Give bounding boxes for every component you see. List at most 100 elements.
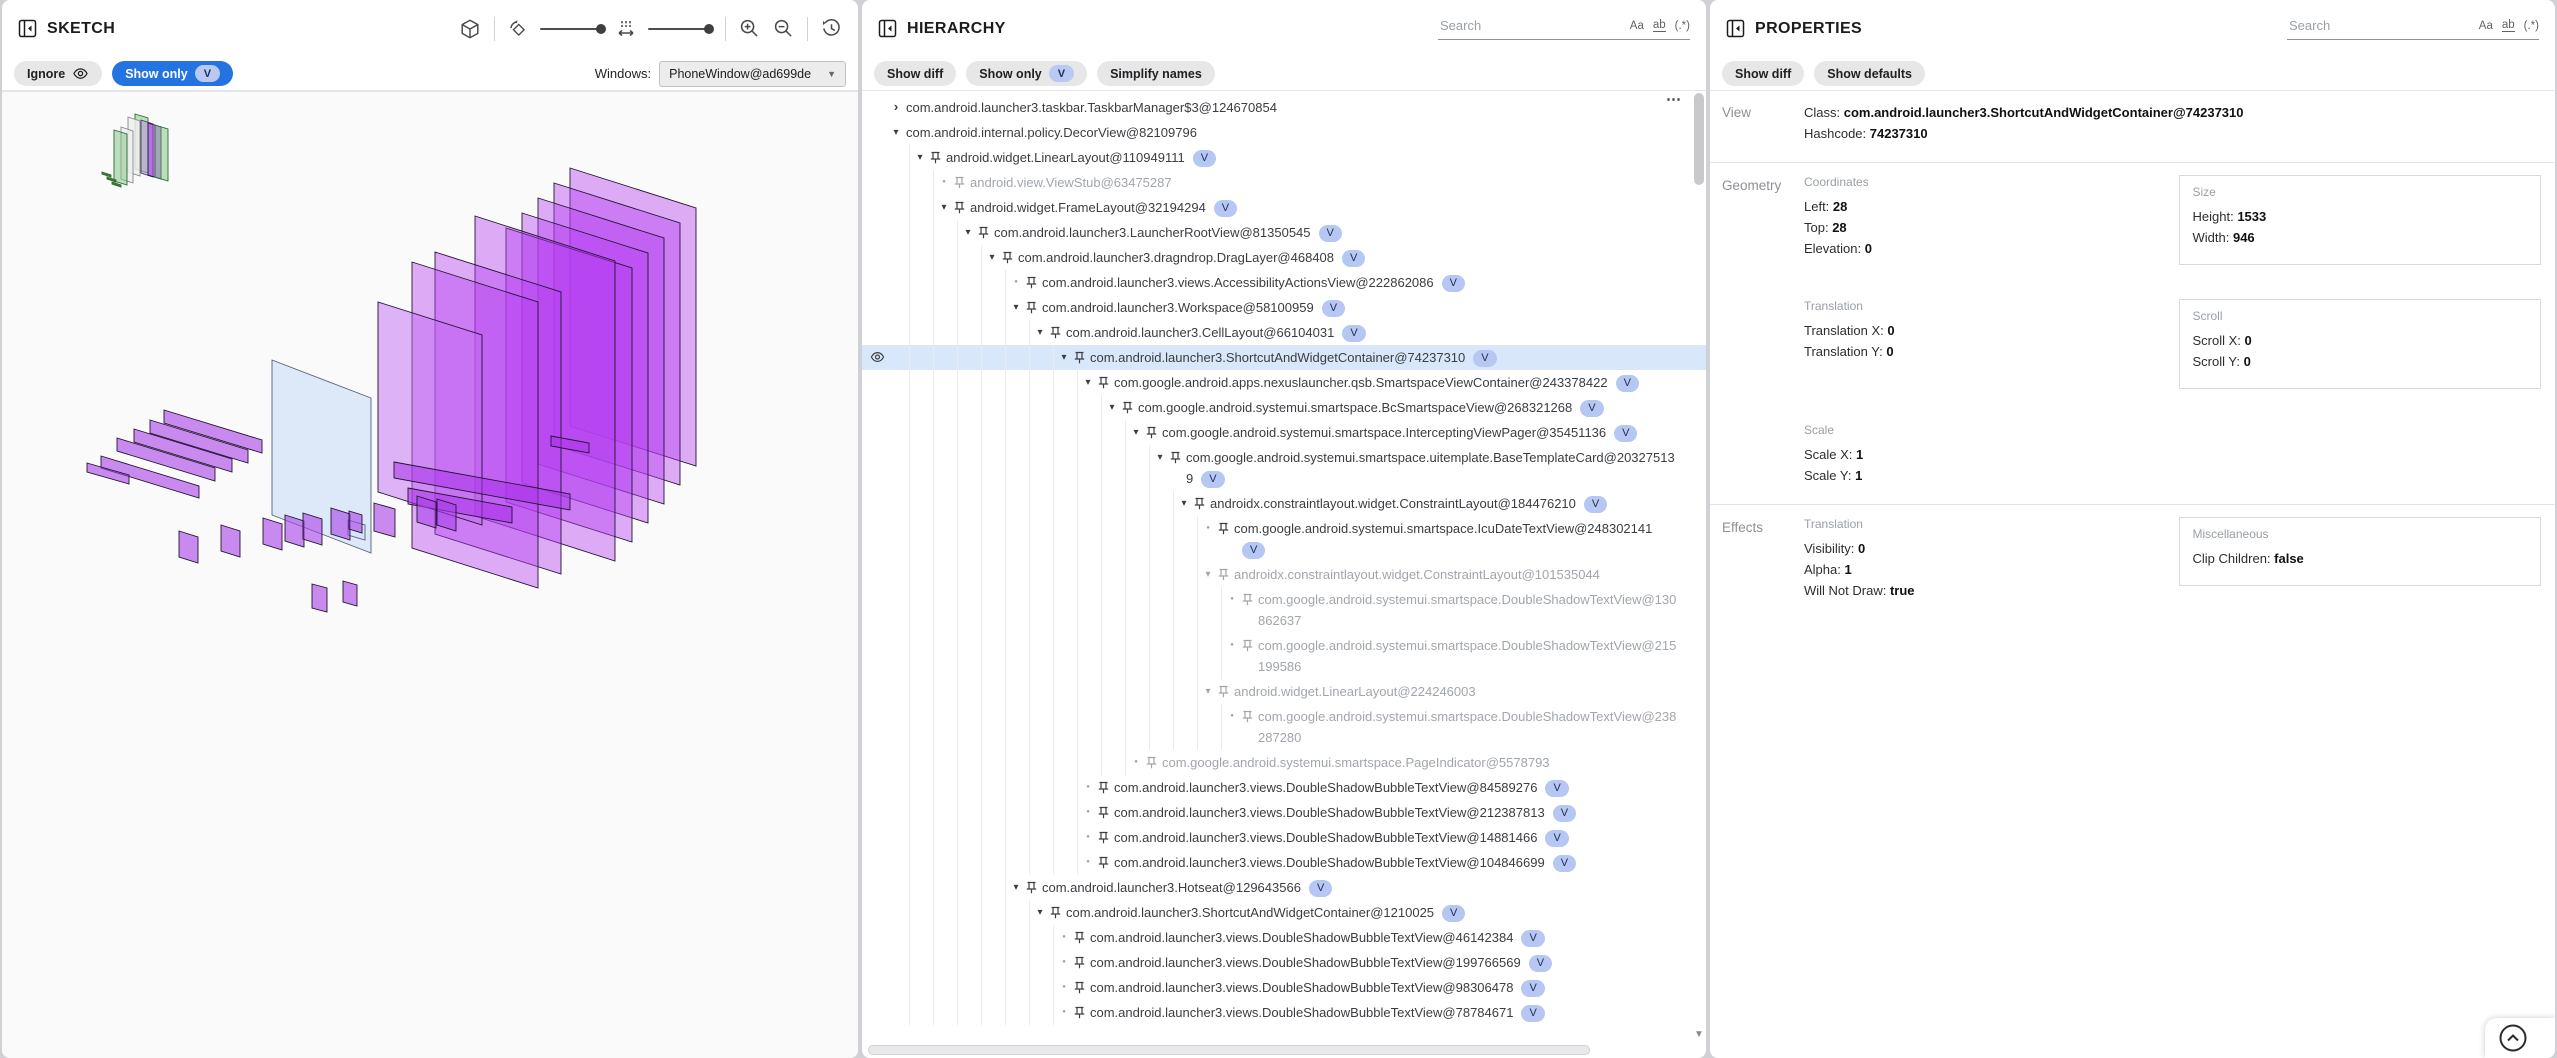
pin-icon[interactable] [1098, 850, 1114, 869]
collapse-arrow-icon[interactable]: ▾ [1198, 679, 1218, 704]
pin-icon[interactable] [1242, 587, 1258, 606]
layer-stack-3d[interactable] [2, 92, 858, 1058]
collapse-arrow-icon[interactable]: ▾ [1030, 900, 1050, 925]
match-case-icon[interactable]: Aa [1630, 20, 1644, 32]
show-defaults-button[interactable]: Show defaults [1814, 61, 1925, 86]
tree-node[interactable]: ●com.google.android.systemui.smartspace.… [862, 633, 1706, 679]
pin-icon[interactable] [1194, 491, 1210, 510]
show-diff-button[interactable]: Show diff [874, 61, 956, 86]
pin-icon[interactable] [1242, 704, 1258, 723]
rotation-slider[interactable] [540, 28, 604, 30]
tree-node[interactable]: ▾android.widget.LinearLayout@110949111V [862, 145, 1706, 170]
scrollbar-thumb[interactable] [868, 1045, 1590, 1055]
horizontal-scrollbar[interactable] [868, 1045, 1688, 1055]
visibility-badge[interactable]: V [1521, 1005, 1544, 1022]
search-input[interactable] [2287, 17, 2470, 34]
collapse-panel-icon[interactable] [18, 19, 37, 38]
view-layer-shape[interactable] [349, 511, 362, 533]
regex-icon[interactable]: (.*) [1675, 20, 1690, 32]
rotation-slider-knob[interactable] [596, 24, 606, 34]
pin-icon[interactable] [978, 220, 994, 239]
tree-node[interactable]: ●com.android.launcher3.views.DoubleShado… [862, 950, 1706, 975]
show-diff-button[interactable]: Show diff [1722, 61, 1804, 86]
view-layer-shape[interactable] [343, 581, 357, 606]
reset-view-icon[interactable] [821, 18, 842, 39]
view-layer-shape[interactable] [374, 503, 395, 537]
visibility-badge[interactable]: V [1545, 780, 1568, 797]
tree-node[interactable]: ●com.google.android.systemui.smartspace.… [862, 750, 1706, 775]
pin-icon[interactable] [1074, 1000, 1090, 1019]
tree-node[interactable]: ●com.android.launcher3.views.DoubleShado… [862, 775, 1706, 800]
collapse-panel-icon[interactable] [878, 19, 897, 38]
pin-icon[interactable] [1098, 775, 1114, 794]
collapse-arrow-icon[interactable]: ▾ [1126, 420, 1146, 445]
visibility-badge[interactable]: V [1309, 880, 1332, 897]
regex-icon[interactable]: (.*) [2524, 20, 2539, 32]
visibility-badge[interactable]: V [1201, 471, 1224, 488]
visibility-badge[interactable]: V [1614, 425, 1637, 442]
tree-node[interactable]: ▾com.android.launcher3.Workspace@5810095… [862, 295, 1706, 320]
zoom-in-icon[interactable] [739, 18, 760, 39]
collapse-arrow-icon[interactable]: ▾ [1006, 295, 1026, 320]
tree-node[interactable]: ▾com.android.launcher3.ShortcutAndWidget… [862, 900, 1706, 925]
search-input[interactable] [1438, 17, 1621, 34]
view-layer-shape[interactable] [312, 584, 327, 612]
tree-node[interactable]: ●com.android.launcher3.views.Accessibili… [862, 270, 1706, 295]
visibility-badge[interactable]: V [1545, 830, 1568, 847]
tree-node[interactable]: ▾com.android.internal.policy.DecorView@8… [862, 120, 1706, 145]
collapse-arrow-icon[interactable]: ▾ [1078, 370, 1098, 395]
pin-icon[interactable] [930, 145, 946, 164]
collapse-arrow-icon[interactable]: ▾ [1174, 491, 1194, 516]
tree-node[interactable]: ●com.android.launcher3.views.DoubleShado… [862, 850, 1706, 875]
match-word-icon[interactable]: ab [2502, 19, 2515, 32]
spacing-slider-knob[interactable] [704, 24, 714, 34]
pin-icon[interactable] [1074, 950, 1090, 969]
expand-chevron-icon[interactable]: › [886, 95, 906, 119]
tree-node[interactable]: ●com.google.android.systemui.smartspace.… [862, 516, 1706, 562]
pin-icon[interactable] [1122, 395, 1138, 414]
pin-icon[interactable] [1146, 420, 1162, 439]
scrollbar-down-arrow[interactable]: ▼ [1694, 1029, 1704, 1040]
match-case-icon[interactable]: Aa [2479, 20, 2493, 32]
pin-icon[interactable] [1218, 679, 1234, 698]
tree-node[interactable]: ●com.android.launcher3.views.DoubleShado… [862, 1000, 1706, 1025]
collapse-arrow-icon[interactable]: ▾ [886, 120, 906, 145]
view-layer-shape[interactable] [155, 125, 168, 181]
collapse-panel-icon[interactable] [1726, 19, 1745, 38]
collapse-arrow-icon[interactable]: ▾ [1030, 320, 1050, 345]
pin-icon[interactable] [954, 170, 970, 189]
view-layer-shape[interactable] [437, 499, 456, 531]
tree-node[interactable]: ›com.android.launcher3.taskbar.TaskbarMa… [862, 95, 1706, 120]
pin-icon[interactable] [1170, 445, 1186, 464]
tree-node[interactable]: ●com.android.launcher3.views.DoubleShado… [862, 925, 1706, 950]
view-layer-shape[interactable] [331, 508, 350, 540]
pin-icon[interactable] [1002, 245, 1018, 264]
pin-icon[interactable] [1026, 270, 1042, 289]
pin-icon[interactable] [1074, 925, 1090, 944]
pin-icon[interactable] [954, 195, 970, 214]
scroll-to-top-card[interactable] [2485, 1018, 2555, 1058]
layer-spacing-icon[interactable] [617, 19, 635, 39]
tree-node[interactable]: ●com.google.android.systemui.smartspace.… [862, 704, 1706, 750]
view-layer-shape[interactable] [303, 513, 322, 545]
view-layer-shape[interactable] [221, 525, 240, 557]
pin-icon[interactable] [1074, 345, 1090, 364]
visibility-eye-icon[interactable] [870, 350, 885, 364]
visibility-badge[interactable]: V [1553, 805, 1576, 822]
visibility-badge[interactable]: V [1584, 496, 1607, 513]
tree-node[interactable]: ▾androidx.constraintlayout.widget.Constr… [862, 562, 1706, 587]
visibility-badge[interactable]: V [1521, 980, 1544, 997]
pin-icon[interactable] [1098, 370, 1114, 389]
visibility-badge[interactable]: V [1319, 225, 1342, 242]
show-only-button[interactable]: Show only V [966, 61, 1087, 86]
overflow-menu-icon[interactable]: ⋯ [1666, 95, 1682, 105]
tree-node[interactable]: ▾com.android.launcher3.dragndrop.DragLay… [862, 245, 1706, 270]
tree-node[interactable]: ●com.google.android.systemui.smartspace.… [862, 587, 1706, 633]
tree-node[interactable]: ▾com.google.android.systemui.smartspace.… [862, 420, 1706, 445]
scroll-to-top-icon[interactable] [2498, 1023, 2528, 1053]
view-layer-shape[interactable] [285, 515, 304, 547]
pin-icon[interactable] [1050, 900, 1066, 919]
pin-icon[interactable] [1098, 800, 1114, 819]
zoom-out-icon[interactable] [773, 18, 794, 39]
visibility-badge[interactable]: V [1193, 150, 1216, 167]
